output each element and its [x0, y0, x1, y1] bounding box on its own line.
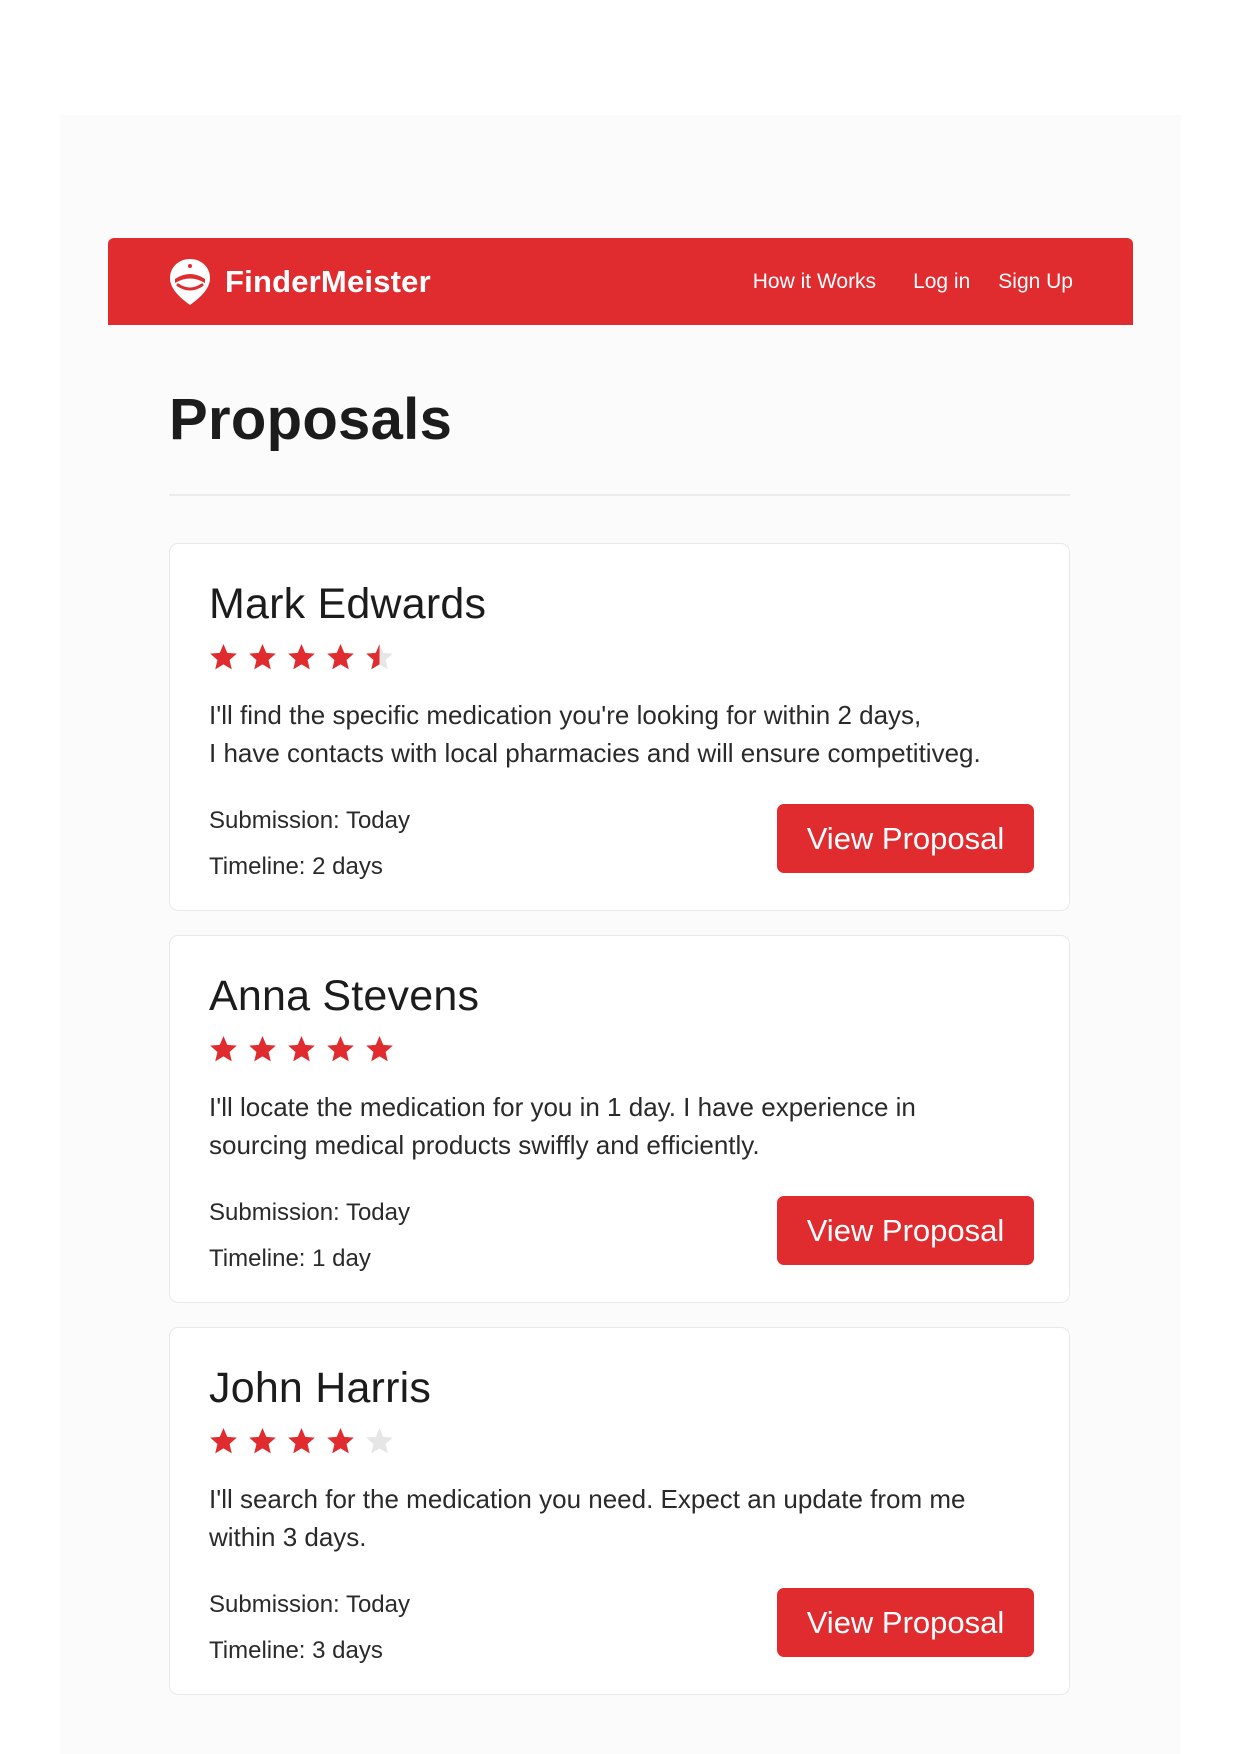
nav-log-in-link[interactable]: Log in	[913, 270, 970, 294]
submission-text: Submission: Today	[209, 1591, 410, 1618]
star-half-icon	[366, 643, 393, 670]
brand-name: FinderMeister	[225, 264, 431, 299]
star-filled-icon	[210, 1427, 237, 1454]
timeline-text: Timeline: 2 days	[209, 853, 383, 880]
submission-text: Submission: Today	[209, 1199, 410, 1226]
view-proposal-button[interactable]: View Proposal	[777, 1196, 1034, 1265]
proposal-card: John Harris I'll search for the medicati…	[169, 1327, 1070, 1695]
nav-how-it-works-link[interactable]: How it Works	[753, 270, 876, 294]
star-filled-icon	[366, 1035, 393, 1062]
proposal-description: I'll find the specific medication you're…	[209, 696, 1049, 772]
view-proposal-button[interactable]: View Proposal	[777, 804, 1034, 873]
proposal-card: Anna Stevens I'll locate the medication …	[169, 935, 1070, 1303]
proposer-name: John Harris	[209, 1364, 432, 1412]
star-filled-icon	[210, 643, 237, 670]
nav-links: How it Works Log in Sign Up	[753, 238, 1073, 325]
proposal-description: I'll search for the medication you need.…	[209, 1480, 1049, 1556]
description-line: I'll search for the medication you need.…	[209, 1484, 966, 1514]
proposer-name: Anna Stevens	[209, 972, 480, 1020]
view-proposal-button[interactable]: View Proposal	[777, 1588, 1034, 1657]
star-empty-icon	[366, 1427, 393, 1454]
star-rating	[208, 642, 395, 673]
nav-sign-up-link[interactable]: Sign Up	[998, 270, 1073, 294]
page-title: Proposals	[169, 387, 453, 452]
top-navbar: FinderMeister How it Works Log in Sign U…	[108, 238, 1133, 325]
findermeister-logo-icon	[170, 259, 210, 305]
description-line: I have contacts with local pharmacies an…	[209, 738, 981, 768]
description-line: within 3 days.	[209, 1522, 367, 1552]
brand[interactable]: FinderMeister	[167, 257, 431, 307]
timeline-text: Timeline: 1 day	[209, 1245, 371, 1272]
star-filled-icon	[288, 1035, 315, 1062]
description-line: sourcing medical products swiffly and ef…	[209, 1130, 760, 1160]
proposal-card: Mark Edwards I'll find the specific medi…	[169, 543, 1070, 911]
submission-text: Submission: Today	[209, 807, 410, 834]
star-filled-icon	[327, 1035, 354, 1062]
description-line: I'll locate the medication for you in 1 …	[209, 1092, 916, 1122]
title-divider	[169, 494, 1070, 496]
star-rating	[208, 1034, 395, 1065]
description-line: I'll find the specific medication you're…	[209, 700, 922, 730]
star-filled-icon	[288, 1427, 315, 1454]
proposal-description: I'll locate the medication for you in 1 …	[209, 1088, 1049, 1164]
star-filled-icon	[210, 1035, 237, 1062]
proposal-meta: Submission: Today Timeline: 2 days	[209, 798, 410, 890]
star-filled-icon	[288, 643, 315, 670]
timeline-text: Timeline: 3 days	[209, 1637, 383, 1664]
star-filled-icon	[249, 1427, 276, 1454]
proposal-meta: Submission: Today Timeline: 1 day	[209, 1190, 410, 1282]
proposal-meta: Submission: Today Timeline: 3 days	[209, 1582, 410, 1674]
proposer-name: Mark Edwards	[209, 580, 487, 628]
star-filled-icon	[249, 1035, 276, 1062]
star-filled-icon	[249, 643, 276, 670]
star-rating	[208, 1426, 395, 1457]
star-filled-icon	[327, 643, 354, 670]
star-filled-icon	[327, 1427, 354, 1454]
